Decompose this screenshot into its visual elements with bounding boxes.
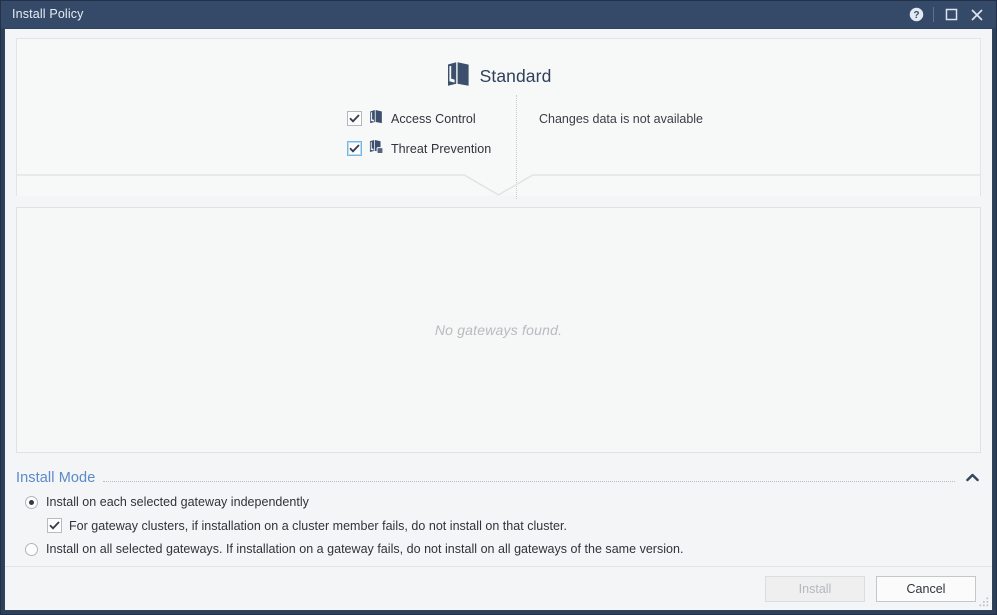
changes-column: Changes data is not available	[517, 109, 980, 158]
install-mode-option-independent[interactable]: Install on each selected gateway indepen…	[25, 495, 981, 509]
radio-dot	[29, 499, 34, 505]
access-control-label: Access Control	[391, 111, 476, 126]
window-controls: ?	[903, 1, 990, 28]
policy-layer-access-control[interactable]: Access Control	[347, 109, 517, 128]
install-button[interactable]: Install	[765, 575, 865, 602]
gateways-empty-message: No gateways found.	[434, 322, 563, 338]
install-independently-label: Install on each selected gateway indepen…	[46, 495, 309, 509]
changes-data-note: Changes data is not available	[539, 112, 704, 126]
policy-package-name: Standard	[479, 66, 552, 86]
policy-package-panel: Standard Access Control Threat Preventio…	[16, 38, 981, 199]
resize-grip-icon[interactable]	[977, 596, 990, 609]
policy-package-icon	[446, 61, 471, 92]
install-policy-window: Install Policy ? Standard Access Control…	[0, 0, 997, 615]
threat-prevention-label: Threat Prevention	[391, 141, 492, 156]
install-all-radio[interactable]	[25, 542, 38, 556]
threat-prevention-checkbox[interactable]	[347, 141, 362, 156]
dialog-footer: Install Cancel	[5, 566, 992, 610]
policy-layer-threat-prevention[interactable]: Threat Prevention	[347, 139, 517, 158]
chevron-up-icon[interactable]	[963, 469, 981, 487]
install-mode-title: Install Mode	[16, 469, 96, 486]
policy-column-divider	[516, 95, 517, 199]
dialog-client-area: Standard Access Control Threat Preventio…	[4, 28, 993, 611]
install-mode-options: Install on each selected gateway indepen…	[16, 489, 981, 566]
close-icon[interactable]	[964, 2, 990, 28]
cancel-button[interactable]: Cancel	[876, 575, 976, 602]
gateways-list-panel[interactable]: No gateways found.	[16, 207, 981, 453]
install-mode-dotted-rule	[103, 480, 955, 482]
content-area: Standard Access Control Threat Preventio…	[5, 29, 992, 462]
title-bar: Install Policy ?	[1, 1, 996, 28]
policy-package-header: Standard	[17, 39, 980, 92]
install-mode-option-all[interactable]: Install on all selected gateways. If ins…	[25, 542, 981, 556]
policy-columns: Access Control Threat Prevention Changes…	[17, 95, 980, 199]
titlebar-divider	[933, 7, 934, 22]
panel-notch-border	[17, 174, 980, 196]
access-control-checkbox[interactable]	[347, 111, 362, 126]
install-independently-radio[interactable]	[25, 495, 38, 509]
install-all-label: Install on all selected gateways. If ins…	[46, 542, 684, 556]
maximize-icon[interactable]	[938, 2, 964, 28]
install-mode-section: Install Mode Install on each selected ga…	[5, 462, 992, 566]
install-mode-option-cluster[interactable]: For gateway clusters, if installation on…	[25, 518, 981, 533]
threat-prevention-icon	[369, 139, 384, 159]
window-title: Install Policy	[12, 7, 84, 22]
access-control-icon	[369, 109, 384, 129]
policy-layers-column: Access Control Threat Prevention	[17, 95, 517, 199]
help-icon[interactable]: ?	[903, 2, 929, 28]
svg-text:?: ?	[913, 10, 919, 21]
cluster-failure-checkbox[interactable]	[47, 518, 62, 533]
cluster-failure-label: For gateway clusters, if installation on…	[69, 518, 567, 533]
install-mode-header[interactable]: Install Mode	[16, 462, 981, 489]
